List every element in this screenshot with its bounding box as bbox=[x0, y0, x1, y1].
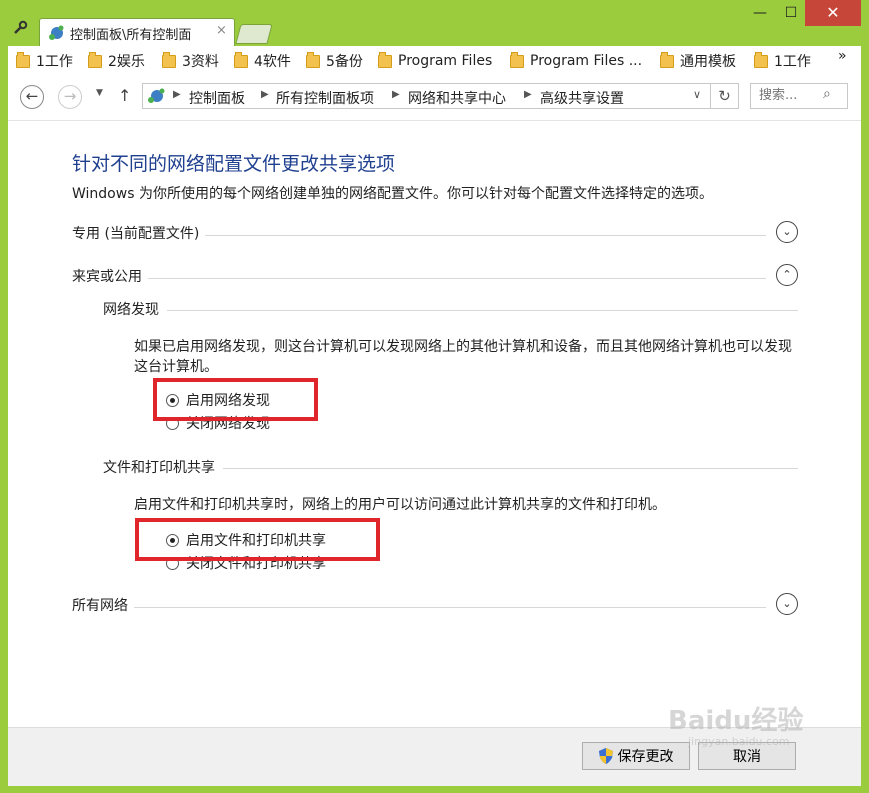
divider bbox=[72, 607, 766, 608]
breadcrumb-advanced-sharing[interactable]: 高级共享设置 bbox=[540, 88, 624, 108]
navigation-bar: ← → ▼ ↑ ▶ 控制面板 ▶ 所有控制面板项 ▶ 网络和共享中心 ▶ 高级共… bbox=[8, 74, 861, 121]
breadcrumb-separator-icon: ▶ bbox=[392, 89, 400, 100]
highlight-box bbox=[153, 378, 318, 421]
file-sharing-label: 文件和打印机共享 bbox=[103, 457, 223, 477]
section-private-label: 专用 (当前配置文件) bbox=[72, 223, 206, 243]
wrench-icon[interactable] bbox=[12, 20, 28, 36]
bookmark-item[interactable]: 5备份 bbox=[306, 51, 363, 71]
uac-shield-icon bbox=[598, 748, 613, 764]
bookmark-item[interactable]: Program Files ... bbox=[510, 51, 642, 71]
close-button[interactable]: ✕ bbox=[805, 0, 861, 26]
new-tab-button[interactable] bbox=[235, 24, 273, 44]
breadcrumb-separator-icon: ▶ bbox=[261, 89, 269, 100]
forward-button[interactable]: → bbox=[58, 85, 82, 109]
section-guest-label: 来宾或公用 bbox=[72, 266, 148, 286]
bookmarks-more-button[interactable]: » bbox=[838, 48, 847, 64]
address-dropdown-icon[interactable]: ∨ bbox=[693, 88, 701, 101]
folder-icon bbox=[88, 51, 102, 68]
section-guest-public[interactable]: 来宾或公用 ⌃ bbox=[72, 264, 798, 290]
tab-control-panel[interactable]: 控制面板\所有控制面 × bbox=[39, 18, 235, 46]
divider bbox=[72, 278, 766, 279]
title-bar: 控制面板\所有控制面 × — ☐ ✕ bbox=[0, 0, 869, 46]
minimize-button[interactable]: — bbox=[744, 0, 776, 26]
bookmark-item[interactable]: Program Files bbox=[378, 51, 492, 71]
history-dropdown-icon[interactable]: ▼ bbox=[96, 88, 103, 98]
folder-icon bbox=[754, 51, 768, 68]
bookmark-item[interactable]: 4软件 bbox=[234, 51, 291, 71]
watermark: Baidu经验 jingyan.baidu.com bbox=[668, 706, 804, 748]
expand-icon[interactable]: ⌄ bbox=[776, 593, 798, 615]
search-input[interactable] bbox=[757, 87, 821, 104]
folder-icon bbox=[306, 51, 320, 68]
collapse-icon[interactable]: ⌃ bbox=[776, 264, 798, 286]
breadcrumb-all-items[interactable]: 所有控制面板项 bbox=[276, 88, 374, 108]
address-bar[interactable]: ▶ 控制面板 ▶ 所有控制面板项 ▶ 网络和共享中心 ▶ 高级共享设置 ∨ bbox=[142, 83, 711, 109]
bookmark-item[interactable]: 1工作 bbox=[16, 51, 73, 71]
folder-icon bbox=[234, 51, 248, 68]
search-box[interactable]: ⌕ bbox=[750, 83, 848, 109]
network-discovery-text: 如果已启用网络发现，则这台计算机可以发现网络上的其他计算机和设备，而且其他网络计… bbox=[134, 339, 792, 375]
bookmark-item[interactable]: 通用模板 bbox=[660, 51, 736, 71]
bookmark-item[interactable]: 3资料 bbox=[162, 51, 219, 71]
expand-icon[interactable]: ⌄ bbox=[776, 221, 798, 243]
divider bbox=[103, 310, 798, 311]
bookmark-item[interactable]: 1工作 bbox=[754, 51, 811, 71]
network-icon bbox=[49, 25, 64, 40]
breadcrumb-control-panel[interactable]: 控制面板 bbox=[189, 88, 245, 108]
page-description: Windows 为你所使用的每个网络创建单独的网络配置文件。你可以针对每个配置文… bbox=[72, 186, 713, 202]
folder-icon bbox=[510, 51, 524, 68]
file-sharing-text: 启用文件和打印机共享时，网络上的用户可以访问通过此计算机共享的文件和打印机。 bbox=[134, 497, 666, 513]
bookmarks-bar: 1工作 2娱乐 3资料 4软件 5备份 Program Files Progra… bbox=[8, 46, 861, 75]
section-all-label: 所有网络 bbox=[72, 595, 134, 615]
folder-icon bbox=[16, 51, 30, 68]
back-button[interactable]: ← bbox=[20, 85, 44, 109]
folder-icon bbox=[162, 51, 176, 68]
breadcrumb-separator-icon: ▶ bbox=[173, 89, 181, 100]
main-content: 针对不同的网络配置文件更改共享选项 Windows 为你所使用的每个网络创建单独… bbox=[8, 121, 861, 727]
folder-icon bbox=[378, 51, 392, 68]
page-title: 针对不同的网络配置文件更改共享选项 bbox=[72, 153, 396, 175]
network-discovery-heading: 网络发现 bbox=[103, 299, 798, 321]
breadcrumb-separator-icon: ▶ bbox=[524, 89, 532, 100]
highlight-box bbox=[135, 518, 380, 561]
network-icon bbox=[148, 88, 165, 103]
tab-close-button[interactable]: × bbox=[216, 23, 227, 38]
maximize-button[interactable]: ☐ bbox=[775, 0, 807, 26]
network-discovery-label: 网络发现 bbox=[103, 299, 167, 319]
refresh-button[interactable]: ↻ bbox=[711, 83, 739, 109]
section-private[interactable]: 专用 (当前配置文件) ⌄ bbox=[72, 221, 798, 247]
file-sharing-heading: 文件和打印机共享 bbox=[103, 457, 798, 479]
search-icon[interactable]: ⌕ bbox=[823, 86, 831, 102]
tab-title: 控制面板\所有控制面 bbox=[70, 28, 192, 43]
up-button[interactable]: ↑ bbox=[118, 86, 131, 105]
section-all-networks[interactable]: 所有网络 ⌄ bbox=[72, 593, 798, 619]
bookmark-item[interactable]: 2娱乐 bbox=[88, 51, 145, 71]
folder-icon bbox=[660, 51, 674, 68]
breadcrumb-network-center[interactable]: 网络和共享中心 bbox=[408, 88, 506, 108]
